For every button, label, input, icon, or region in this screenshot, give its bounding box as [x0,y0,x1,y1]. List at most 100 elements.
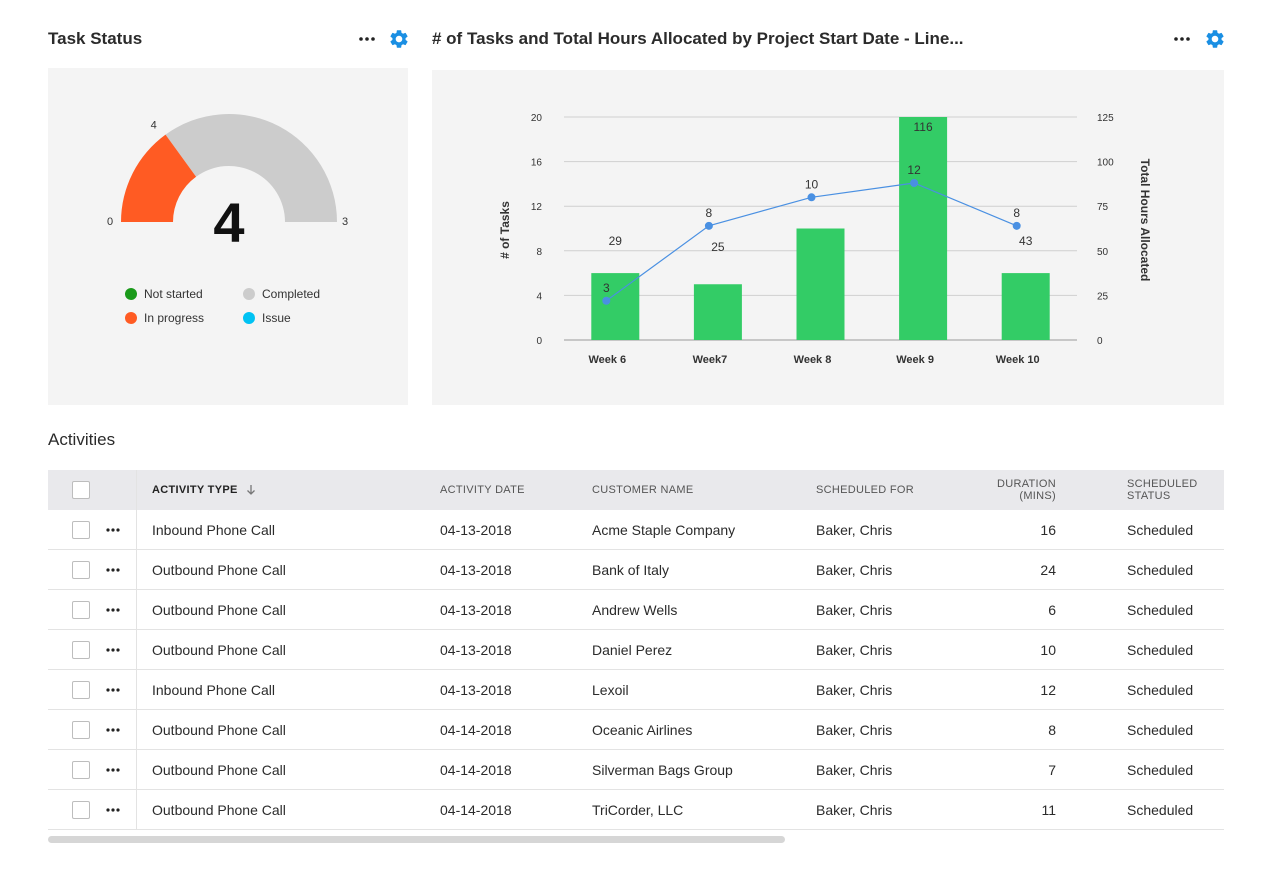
row-checkbox[interactable] [72,801,90,819]
legend-label-completed: Completed [262,287,321,301]
cell-scheduled-for: Baker, Chris [816,642,893,658]
right-tick-label: 75 [1097,202,1109,213]
cell-customer-name[interactable]: Andrew Wells [592,590,677,630]
row-select-cell [72,630,90,670]
row-checkbox[interactable] [72,561,90,579]
table-row[interactable]: Inbound Phone Call 04-13-2018 Lexoil Baker,… [48,670,1224,710]
row-checkbox[interactable] [72,681,90,699]
gauge-completed-arc [165,114,337,222]
row-menu-cell [104,710,122,750]
cell-customer-name[interactable]: Daniel Perez [592,630,672,670]
cell-activity-type[interactable]: Inbound Phone Call [152,670,275,710]
right-tick-label: 100 [1097,158,1114,169]
cell-activity-type[interactable]: Outbound Phone Call [152,790,286,830]
select-all-checkbox[interactable] [72,481,90,499]
cell-scheduled-status: Scheduled [1127,722,1194,738]
cell-activity-date: 04-13-2018 [440,642,512,658]
column-header-scheduled-status[interactable]: SCHEDULED STATUS [1127,470,1198,510]
x-tick-label: Week 8 [794,354,832,366]
column-header-activity-type[interactable]: ACTIVITY TYPE [152,470,258,510]
horizontal-scrollbar[interactable] [48,836,785,843]
row-select-cell [72,710,90,750]
legend-dot-completed [243,288,255,300]
left-axis-label: # of Tasks [498,201,512,259]
legend-dot-issue [243,312,255,324]
cell-customer-name[interactable]: Acme Staple Company [592,510,735,550]
cell-duration: 7 [1048,762,1056,778]
cell-scheduled-for: Baker, Chris [816,802,893,818]
gear-icon[interactable] [388,28,410,50]
row-checkbox[interactable] [72,641,90,659]
cell-activity-date: 04-13-2018 [440,562,512,578]
cell-customer-name[interactable]: Oceanic Airlines [592,710,692,750]
more-options-icon[interactable] [104,721,122,739]
gear-icon[interactable] [1204,28,1226,50]
table-row[interactable]: Inbound Phone Call 04-13-2018 Acme Staple … [48,510,1224,550]
right-tick-label: 0 [1097,336,1103,347]
table-row[interactable]: Outbound Phone Call 04-14-2018 Oceanic Air… [48,710,1224,750]
cell-activity-type[interactable]: Outbound Phone Call [152,590,286,630]
cell-duration: 11 [1041,802,1056,818]
row-select-cell [72,590,90,630]
legend-label-in-progress: In progress [144,311,205,325]
right-axis-label: Total Hours Allocated [1138,159,1152,282]
bar-week-8 [796,228,845,340]
column-header-duration-label: DURATION [996,478,1056,490]
cell-activity-date: 04-13-2018 [440,682,512,698]
cell-customer-name[interactable]: Silverman Bags Group [592,750,733,790]
cell-activity-date: 04-13-2018 [440,522,512,538]
cell-customer-name[interactable]: Bank of Italy [592,550,669,590]
column-header-duration[interactable]: DURATION (MINS) [966,470,1056,510]
cell-activity-date: 04-14-2018 [440,762,512,778]
legend-label-not-started: Not started [144,287,203,301]
row-checkbox[interactable] [72,721,90,739]
cell-customer-name[interactable]: TriCorder, LLC [592,790,683,830]
table-row[interactable]: Outbound Phone Call 04-13-2018 Bank of Ita… [48,550,1224,590]
line-data-label: 3 [603,281,610,295]
cell-customer-name[interactable]: Lexoil [592,670,629,710]
cell-scheduled-status: Scheduled [1127,522,1194,538]
cell-activity-type[interactable]: Outbound Phone Call [152,630,286,670]
left-tick-label: 8 [536,247,542,258]
row-checkbox[interactable] [72,601,90,619]
more-options-icon[interactable] [104,641,122,659]
line-data-label: 8 [706,206,713,220]
more-options-icon[interactable] [1172,29,1192,49]
bar-week-6 [591,273,640,340]
right-tick-label: 25 [1097,291,1109,302]
cell-scheduled-for: Baker, Chris [816,762,893,778]
table-row[interactable]: Outbound Phone Call 04-14-2018 Silverman B… [48,750,1224,790]
x-tick-label: Week 9 [896,354,934,366]
column-header-scheduled-for[interactable]: SCHEDULED FOR [816,470,914,510]
row-menu-cell [104,670,122,710]
table-row[interactable]: Outbound Phone Call 04-14-2018 TriCorder, … [48,790,1224,830]
left-tick-label: 20 [531,113,543,124]
cell-activity-type[interactable]: Outbound Phone Call [152,710,286,750]
column-header-customer-name[interactable]: CUSTOMER NAME [592,470,693,510]
more-options-icon[interactable] [104,761,122,779]
row-checkbox[interactable] [72,521,90,539]
more-options-icon[interactable] [104,801,122,819]
cell-activity-type[interactable]: Inbound Phone Call [152,510,275,550]
more-options-icon[interactable] [104,561,122,579]
legend-item-completed: Completed [243,287,320,301]
row-menu-cell [104,630,122,670]
cell-activity-type[interactable]: Outbound Phone Call [152,550,286,590]
column-header-activity-date[interactable]: ACTIVITY DATE [440,470,525,510]
cell-activity-type[interactable]: Outbound Phone Call [152,750,286,790]
more-options-icon[interactable] [104,681,122,699]
row-checkbox[interactable] [72,761,90,779]
table-header: ACTIVITY TYPE ACTIVITY DATE CUSTOMER NAM… [48,470,1224,510]
more-options-icon[interactable] [357,29,377,49]
table-row[interactable]: Outbound Phone Call 04-13-2018 Daniel Pere… [48,630,1224,670]
more-options-icon[interactable] [104,601,122,619]
left-tick-label: 0 [536,336,542,347]
more-options-icon[interactable] [104,521,122,539]
bar-week-10 [1001,273,1050,340]
cell-scheduled-for: Baker, Chris [816,602,893,618]
arrow-down-icon[interactable] [244,483,258,497]
table-row[interactable]: Outbound Phone Call 04-13-2018 Andrew Well… [48,590,1224,630]
line-data-label: 8 [1013,206,1020,220]
left-tick-label: 16 [531,158,543,169]
row-select-cell [72,510,90,550]
